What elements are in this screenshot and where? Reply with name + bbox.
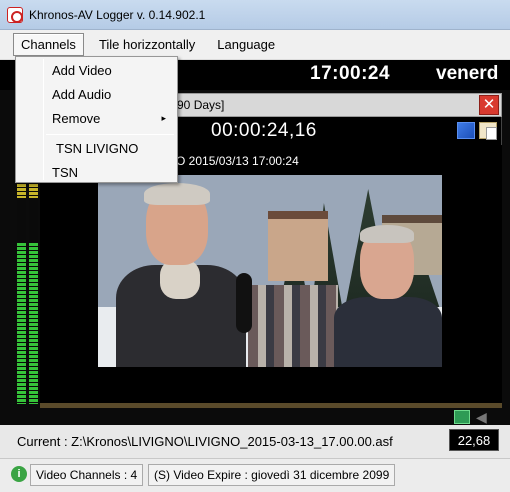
vu-meter-right [29,180,38,404]
close-icon[interactable]: ✕ [479,95,499,115]
status-bar: i Video Channels : 4 (S) Video Expire : … [0,458,510,492]
speaker-icon[interactable]: ◀ [476,410,492,424]
status-video-channels: Video Channels : 4 [30,464,144,486]
menu-channels[interactable]: Channels [13,33,84,56]
duration-counter: 22,68 [449,429,499,451]
menu-item-tsn-livigno[interactable]: TSN LIVIGNO [56,141,138,156]
status-video-expire: (S) Video Expire : giovedì 31 dicembre 2… [148,464,396,486]
menu-item-tsn[interactable]: TSN [52,165,78,180]
menu-item-add-audio[interactable]: Add Audio [52,87,111,102]
playback-progress[interactable] [40,403,502,408]
current-file-path: Current : Z:\Kronos\LIVIGNO\LIVIGNO_2015… [17,434,393,449]
channels-dropdown-menu: Add Video Add Audio Remove ▸ TSN LIVIGNO… [15,56,178,183]
app-icon [7,6,23,23]
timecode: 00:00:24,16 [211,120,317,141]
menu-language[interactable]: Language [210,34,282,55]
menu-item-remove[interactable]: Remove [52,111,100,126]
submenu-arrow-icon: ▸ [161,113,166,123]
video-player[interactable]: O 2015/03/13 17:00:24 [40,145,502,403]
interviewee-figure [334,225,442,367]
clock-time: 17:00:24 [310,63,391,84]
info-icon: i [11,466,27,482]
window-title: Khronos-AV Logger v. 0.14.902.1 [29,7,206,22]
video-picture [98,175,442,367]
vu-meter-left-fill [17,242,26,404]
snapshot-icon[interactable] [457,122,475,139]
title-bar: Khronos-AV Logger v. 0.14.902.1 [0,0,510,30]
microphone-icon [236,273,252,333]
menu-tile-horizontally[interactable]: Tile horizzontally [92,34,202,55]
current-file-bar: Current : Z:\Kronos\LIVIGNO\LIVIGNO_2015… [0,425,510,458]
vu-meter-right-fill [29,242,38,404]
clock-day: venerd [436,63,499,84]
monitor-icon[interactable] [454,410,470,424]
video-overlay-timestamp: O 2015/03/13 17:00:24 [176,154,299,168]
copy-icon[interactable] [479,122,497,140]
menu-item-add-video[interactable]: Add Video [52,63,112,78]
vu-meter-left [17,180,26,404]
interviewer-figure [116,183,252,367]
menu-separator [46,134,174,135]
